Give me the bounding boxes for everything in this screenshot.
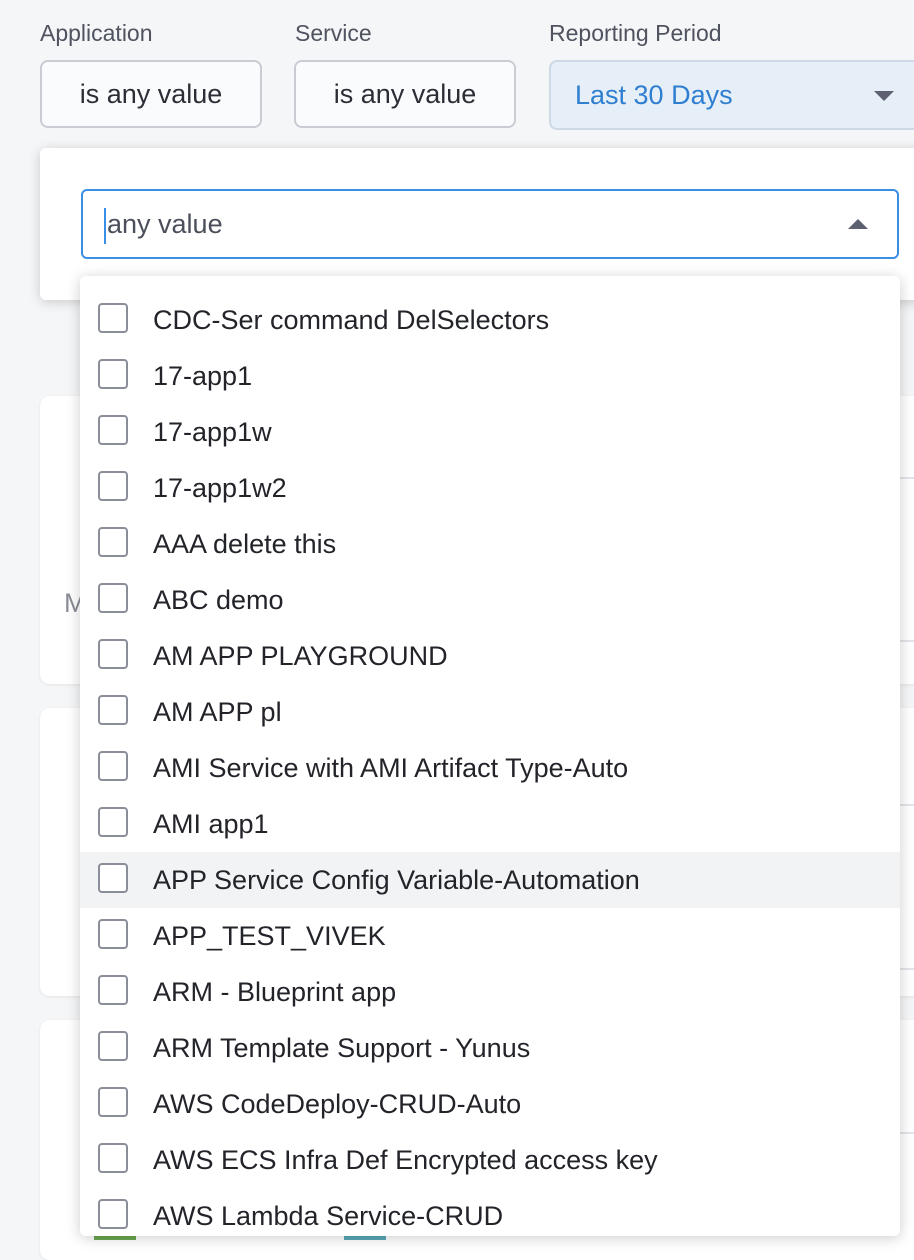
checkbox-unchecked-icon[interactable] bbox=[98, 1031, 128, 1061]
application-option-label: AWS ECS Infra Def Encrypted access key bbox=[153, 1145, 658, 1175]
reporting-period-value: Last 30 Days bbox=[575, 79, 733, 110]
application-option[interactable]: APP Service Config Variable-Automation bbox=[80, 852, 900, 908]
card-divider bbox=[900, 1132, 914, 1134]
text-cursor bbox=[104, 208, 106, 244]
application-filter-label: Application bbox=[40, 20, 153, 46]
application-option-label: AWS Lambda Service-CRUD bbox=[153, 1201, 504, 1231]
reporting-period-select[interactable]: Last 30 Days bbox=[549, 60, 914, 130]
service-filter-button[interactable]: is any value bbox=[294, 60, 516, 128]
application-option[interactable]: AWS Lambda Service-CRUD bbox=[80, 1188, 900, 1236]
application-option[interactable]: 17-app1w2 bbox=[80, 460, 900, 516]
checkbox-unchecked-icon[interactable] bbox=[98, 807, 128, 837]
application-option[interactable]: APP_TEST_VIVEK bbox=[80, 908, 900, 964]
checkbox-unchecked-icon[interactable] bbox=[98, 359, 128, 389]
application-option[interactable]: AM APP pl bbox=[80, 684, 900, 740]
application-option-label: ABC demo bbox=[153, 585, 284, 615]
application-option-label: 17-app1w bbox=[153, 417, 272, 447]
application-option[interactable]: AMI app1 bbox=[80, 796, 900, 852]
checkbox-unchecked-icon[interactable] bbox=[98, 1143, 128, 1173]
application-option[interactable]: AMI Service with AMI Artifact Type-Auto bbox=[80, 740, 900, 796]
application-option[interactable]: ARM Template Support - Yunus bbox=[80, 1020, 900, 1076]
application-option[interactable]: 17-app1w bbox=[80, 404, 900, 460]
application-option[interactable]: AWS CodeDeploy-CRUD-Auto bbox=[80, 1076, 900, 1132]
application-option-label: ARM Template Support - Yunus bbox=[153, 1033, 531, 1063]
application-option-label: AMI Service with AMI Artifact Type-Auto bbox=[153, 753, 629, 783]
service-filter-label: Service bbox=[295, 20, 372, 46]
application-option[interactable]: ARM - Blueprint app bbox=[80, 964, 900, 1020]
card-divider bbox=[900, 477, 914, 479]
checkbox-unchecked-icon[interactable] bbox=[98, 695, 128, 725]
checkbox-unchecked-icon[interactable] bbox=[98, 975, 128, 1005]
application-filter-value: is any value bbox=[79, 78, 223, 109]
application-option[interactable]: AM APP PLAYGROUND bbox=[80, 628, 900, 684]
application-option-label: APP_TEST_VIVEK bbox=[153, 921, 386, 951]
checkbox-unchecked-icon[interactable] bbox=[98, 639, 128, 669]
checkbox-unchecked-icon[interactable] bbox=[98, 471, 128, 501]
card-divider bbox=[900, 968, 914, 970]
application-option-label: CDC-Ser command DelSelectors bbox=[153, 305, 550, 335]
card-divider bbox=[900, 804, 914, 806]
checkbox-unchecked-icon[interactable] bbox=[98, 415, 128, 445]
checkbox-unchecked-icon[interactable] bbox=[98, 919, 128, 949]
card-divider bbox=[900, 640, 914, 642]
checkbox-unchecked-icon[interactable] bbox=[98, 1199, 128, 1229]
checkbox-unchecked-icon[interactable] bbox=[98, 527, 128, 557]
application-search-field[interactable] bbox=[81, 189, 899, 259]
reporting-period-label: Reporting Period bbox=[549, 20, 722, 46]
application-option-label: APP Service Config Variable-Automation bbox=[153, 865, 640, 895]
application-filter-button[interactable]: is any value bbox=[40, 60, 262, 128]
application-option[interactable]: AWS ECS Infra Def Encrypted access key bbox=[80, 1132, 900, 1188]
application-option[interactable]: AAA delete this bbox=[80, 516, 900, 572]
application-search-input[interactable] bbox=[107, 208, 807, 240]
application-option[interactable]: CDC-Ser command DelSelectors bbox=[80, 292, 900, 348]
caret-down-icon bbox=[874, 91, 894, 101]
application-option-label: AMI app1 bbox=[153, 809, 269, 839]
checkbox-unchecked-icon[interactable] bbox=[98, 1087, 128, 1117]
application-options-list: CDC-Ser command DelSelectors 17-app1 17-ap… bbox=[80, 292, 900, 1236]
application-option-label: ARM - Blueprint app bbox=[153, 977, 397, 1007]
checkbox-unchecked-icon[interactable] bbox=[98, 583, 128, 613]
application-option-label: AM APP PLAYGROUND bbox=[153, 641, 448, 671]
caret-up-icon[interactable] bbox=[848, 219, 868, 229]
application-option-label: 17-app1 bbox=[153, 361, 253, 391]
application-option[interactable]: 17-app1 bbox=[80, 348, 900, 404]
application-option-label: AWS CodeDeploy-CRUD-Auto bbox=[153, 1089, 522, 1119]
checkbox-unchecked-icon[interactable] bbox=[98, 303, 128, 333]
checkbox-unchecked-icon[interactable] bbox=[98, 863, 128, 893]
checkbox-unchecked-icon[interactable] bbox=[98, 751, 128, 781]
application-options-dropdown[interactable]: CDC-Ser command DelSelectors 17-app1 17-ap… bbox=[80, 276, 900, 1236]
application-option-label: AM APP pl bbox=[153, 697, 282, 727]
application-option-label: AAA delete this bbox=[153, 529, 337, 559]
service-filter-value: is any value bbox=[333, 78, 477, 109]
application-option[interactable]: ABC demo bbox=[80, 572, 900, 628]
application-option-label: 17-app1w2 bbox=[153, 473, 287, 503]
